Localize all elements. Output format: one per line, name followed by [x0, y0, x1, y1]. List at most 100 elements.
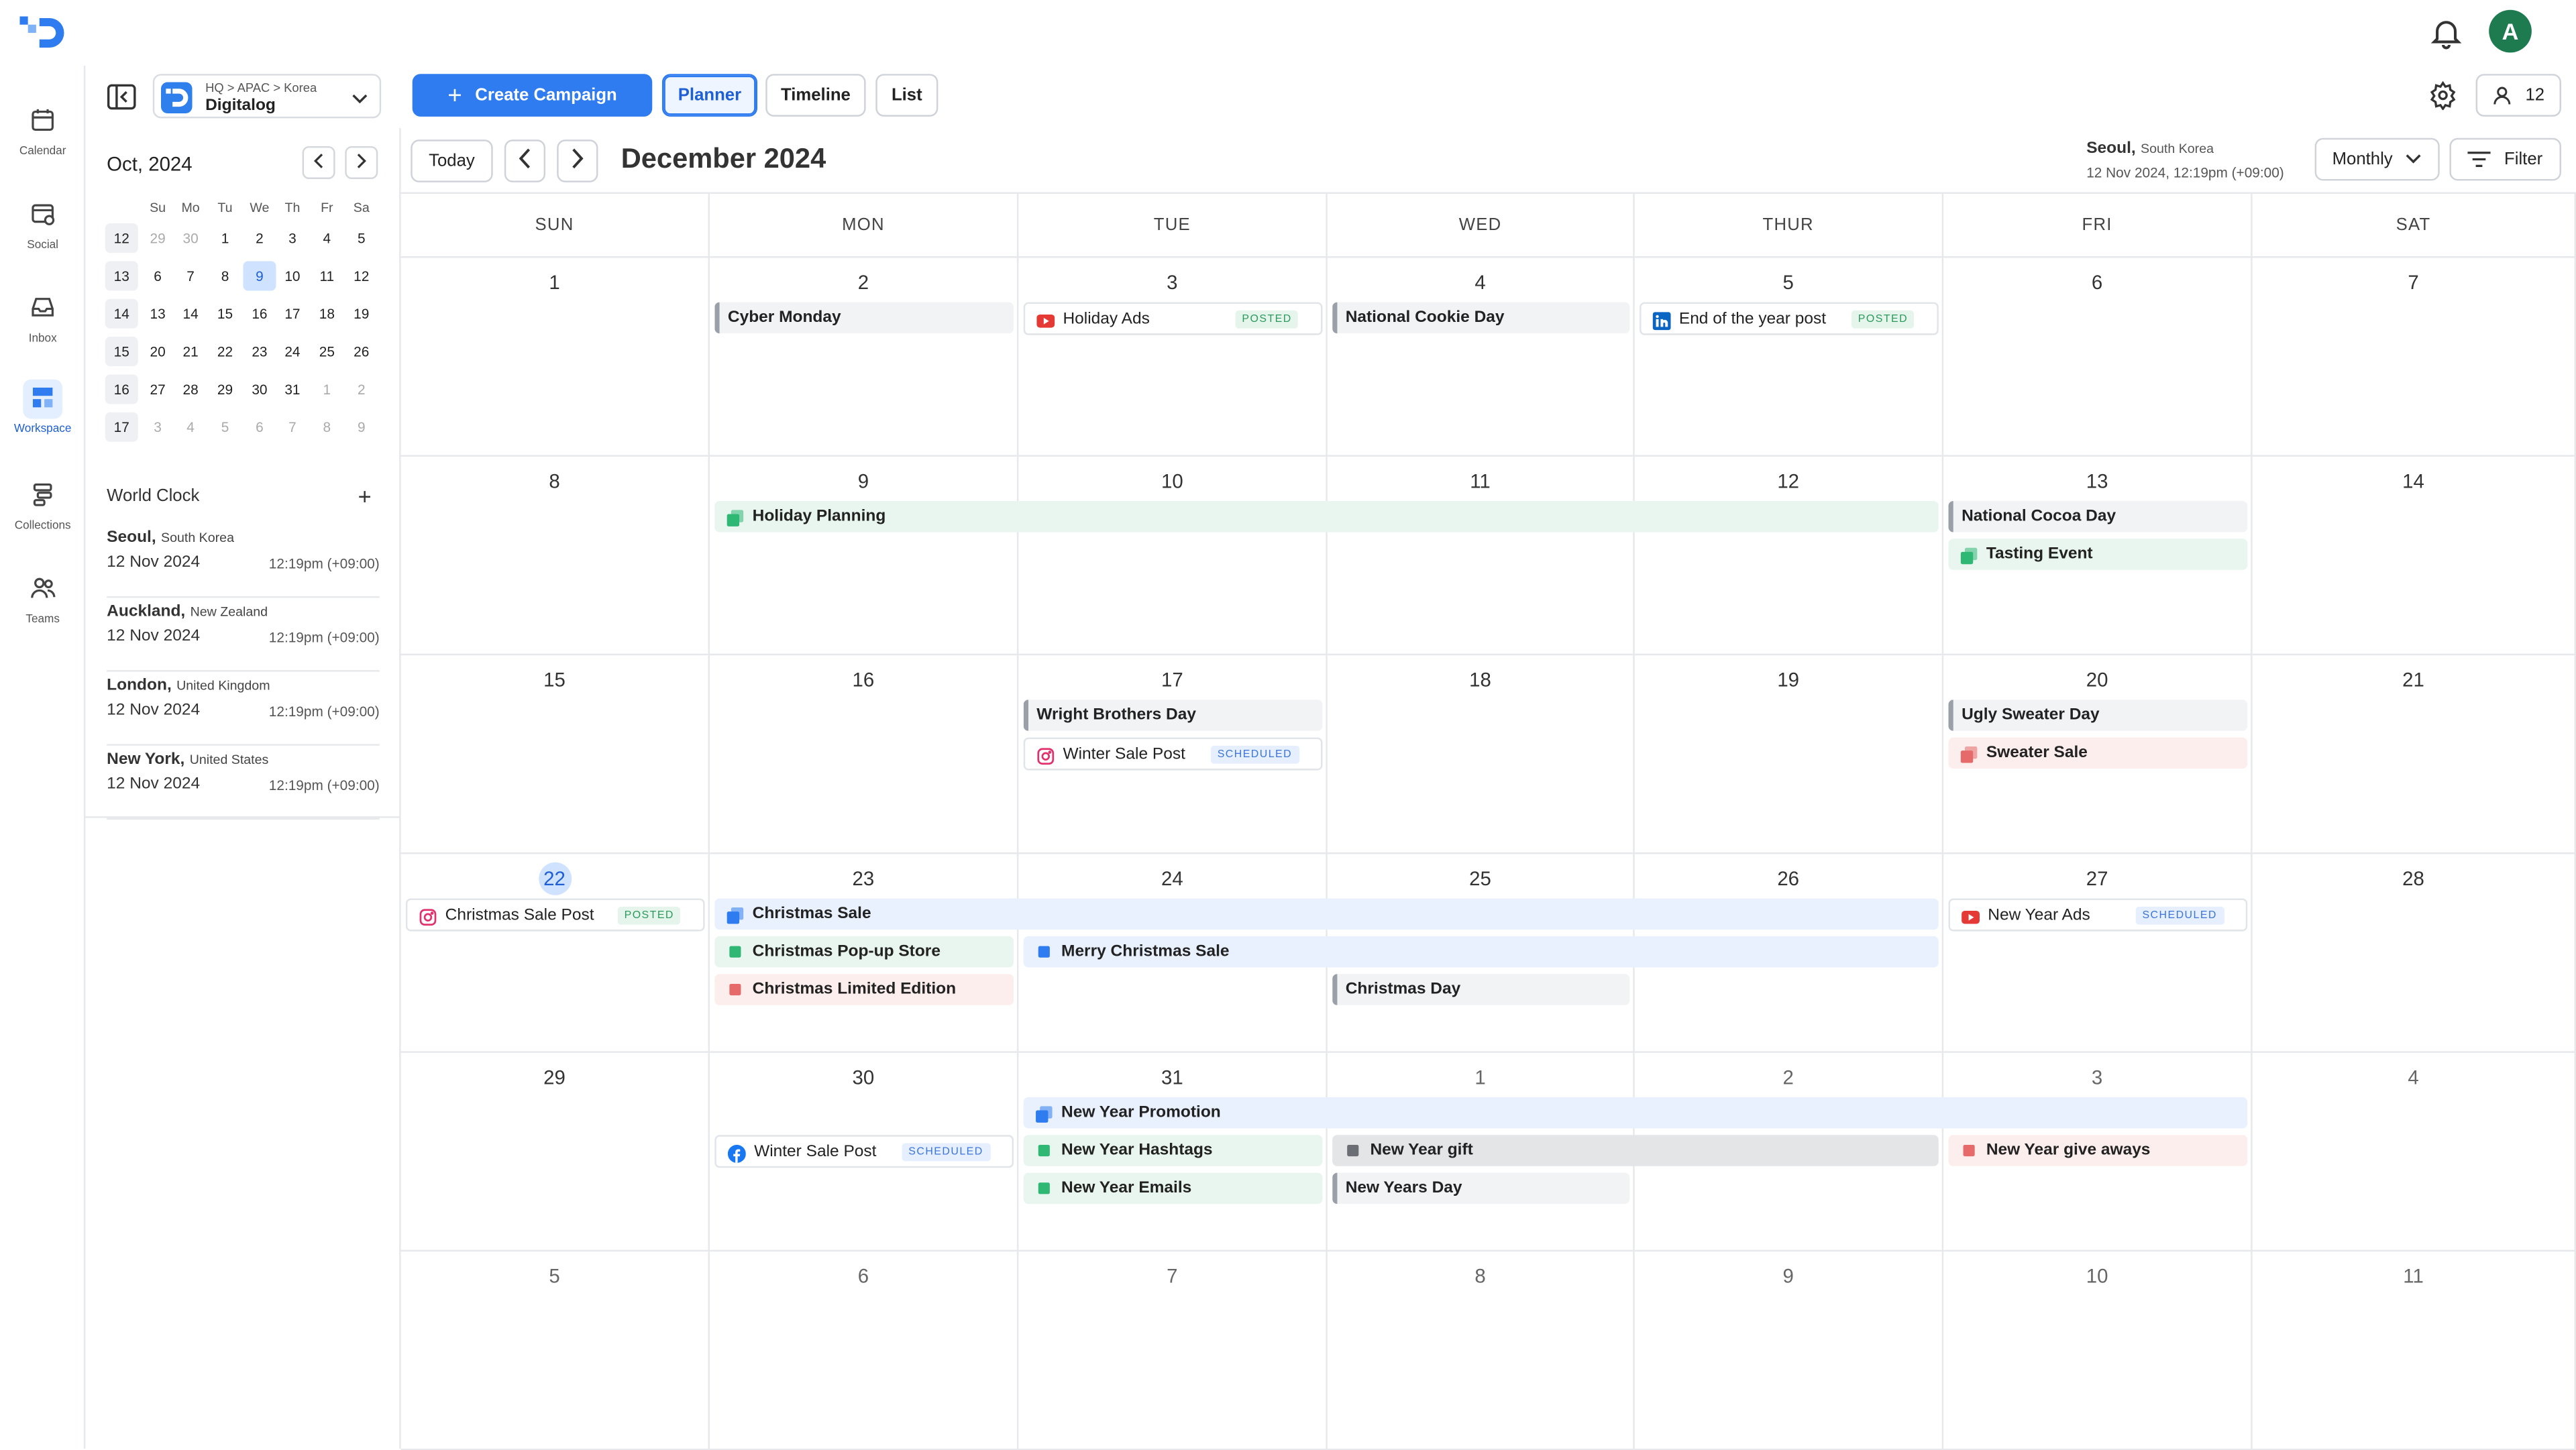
- prev-month-button[interactable]: [504, 140, 546, 182]
- day-cell[interactable]: 11: [2252, 1251, 2576, 1450]
- mini-day[interactable]: 31: [276, 374, 309, 404]
- today-button[interactable]: Today: [411, 140, 493, 182]
- mini-day[interactable]: 14: [174, 299, 207, 329]
- day-cell[interactable]: 5: [400, 1251, 710, 1450]
- mini-day[interactable]: 2: [243, 223, 276, 253]
- next-month-button[interactable]: [557, 140, 598, 182]
- rail-item-workspace[interactable]: Workspace: [0, 379, 85, 435]
- event-new-years-day[interactable]: New Years Day: [1332, 1172, 1630, 1205]
- event-national-cookie-day[interactable]: National Cookie Day: [1332, 302, 1630, 334]
- mini-day[interactable]: 30: [174, 223, 207, 253]
- event-new-year-promotion[interactable]: New Year Promotion: [1023, 1097, 2248, 1129]
- day-cell[interactable]: 11: [1327, 456, 1635, 656]
- event-holiday-planning[interactable]: Holiday Planning: [714, 500, 1939, 533]
- mini-day[interactable]: 7: [276, 412, 309, 442]
- organization-selector[interactable]: HQ > APAC > Korea Digitalog: [152, 74, 382, 119]
- mini-day[interactable]: 9: [345, 412, 378, 442]
- filter-button[interactable]: Filter: [2449, 137, 2561, 181]
- mini-day[interactable]: 11: [311, 261, 343, 290]
- event-cyber-monday[interactable]: Cyber Monday: [714, 302, 1014, 334]
- rail-item-inbox[interactable]: Inbox: [0, 289, 85, 345]
- mini-day[interactable]: 4: [174, 412, 207, 442]
- app-logo[interactable]: [19, 13, 72, 53]
- notification-bell-icon[interactable]: [2428, 15, 2465, 51]
- day-cell[interactable]: 18: [1327, 655, 1635, 854]
- mini-day[interactable]: 28: [174, 374, 207, 404]
- day-cell[interactable]: 8: [1327, 1251, 1635, 1450]
- mini-day[interactable]: 22: [209, 337, 241, 366]
- event-new-year-gift[interactable]: New Year gift: [1332, 1135, 1939, 1166]
- mini-day[interactable]: 9: [243, 261, 276, 291]
- user-avatar[interactable]: A: [2489, 9, 2532, 53]
- mini-day[interactable]: 7: [174, 261, 207, 290]
- tab-timeline[interactable]: Timeline: [765, 74, 866, 117]
- mini-day[interactable]: 6: [142, 261, 174, 290]
- event-winter-sale-post[interactable]: Winter Sale Post SCHEDULED: [714, 1135, 1014, 1168]
- world-clock-entry[interactable]: Auckland, New Zealand 12 Nov 2024 12:19pm (…: [107, 598, 380, 672]
- mini-day[interactable]: 4: [311, 223, 343, 253]
- mini-day[interactable]: 26: [345, 337, 378, 366]
- mini-day[interactable]: 27: [142, 374, 174, 404]
- mini-day[interactable]: 6: [243, 412, 276, 442]
- rail-item-collections[interactable]: Collections: [0, 476, 85, 532]
- mini-day[interactable]: 13: [142, 299, 174, 329]
- mini-day[interactable]: 29: [142, 223, 174, 253]
- mini-day[interactable]: 23: [243, 337, 276, 366]
- collapse-sidebar-button[interactable]: [103, 79, 140, 115]
- members-button[interactable]: 12: [2475, 74, 2561, 117]
- event-christmas-sale[interactable]: Christmas Sale: [714, 898, 1939, 930]
- mini-day[interactable]: 19: [345, 299, 378, 329]
- event-merry-christmas-sale[interactable]: Merry Christmas Sale: [1023, 936, 1939, 968]
- rail-item-calendar[interactable]: Calendar: [0, 102, 85, 158]
- world-clock-entry[interactable]: Seoul, South Korea 12 Nov 2024 12:19pm (+09…: [107, 524, 380, 598]
- day-cell[interactable]: 3: [1018, 258, 1328, 457]
- mini-next-button[interactable]: [345, 146, 378, 179]
- mini-day[interactable]: 18: [311, 299, 343, 329]
- event-new-year-hashtags[interactable]: New Year Hashtags: [1023, 1135, 1323, 1166]
- mini-week-number[interactable]: 13: [105, 261, 138, 291]
- day-cell[interactable]: 7: [2252, 258, 2576, 457]
- mini-day[interactable]: 16: [243, 299, 276, 329]
- mini-day[interactable]: 30: [243, 374, 276, 404]
- day-cell[interactable]: 9: [709, 456, 1019, 656]
- day-cell[interactable]: 6: [709, 1251, 1019, 1450]
- tab-list[interactable]: List: [875, 74, 938, 117]
- event-new-year-emails[interactable]: New Year Emails: [1023, 1172, 1323, 1205]
- day-cell[interactable]: 4: [1327, 258, 1635, 457]
- mini-week-number[interactable]: 15: [105, 337, 138, 367]
- settings-button[interactable]: [2425, 77, 2461, 113]
- mini-week-number[interactable]: 16: [105, 374, 138, 404]
- event-wright-brothers-day[interactable]: Wright Brothers Day: [1023, 700, 1323, 731]
- day-cell[interactable]: 14: [2252, 456, 2576, 656]
- event-christmas-limited-edition[interactable]: Christmas Limited Edition: [714, 974, 1014, 1005]
- day-cell[interactable]: 8: [400, 456, 710, 656]
- day-cell[interactable]: 2: [709, 258, 1019, 457]
- create-campaign-button[interactable]: + Create Campaign: [412, 74, 653, 117]
- mini-day[interactable]: 25: [311, 337, 343, 366]
- event-christmas-pop-up-store[interactable]: Christmas Pop-up Store: [714, 936, 1014, 968]
- day-cell[interactable]: 29: [400, 1052, 710, 1252]
- event-ugly-sweater-day[interactable]: Ugly Sweater Day: [1948, 700, 2248, 731]
- add-clock-button[interactable]: +: [352, 483, 378, 509]
- mini-day[interactable]: 24: [276, 337, 309, 366]
- mini-day[interactable]: 5: [209, 412, 241, 442]
- day-cell[interactable]: 10: [1018, 456, 1328, 656]
- event-new-year-ads[interactable]: New Year Ads SCHEDULED: [1948, 898, 2248, 932]
- mini-day[interactable]: 1: [311, 374, 343, 404]
- mini-day[interactable]: 21: [174, 337, 207, 366]
- day-cell[interactable]: 1: [400, 258, 710, 457]
- mini-day[interactable]: 2: [345, 374, 378, 404]
- day-cell[interactable]: 28: [2252, 854, 2576, 1053]
- day-cell[interactable]: 7: [1018, 1251, 1328, 1450]
- mini-day[interactable]: 3: [142, 412, 174, 442]
- mini-day[interactable]: 8: [311, 412, 343, 442]
- mini-day[interactable]: 29: [209, 374, 241, 404]
- day-cell[interactable]: 15: [400, 655, 710, 854]
- mini-week-number[interactable]: 12: [105, 223, 138, 254]
- event-holiday-ads[interactable]: Holiday Ads POSTED: [1023, 302, 1323, 335]
- rail-item-teams[interactable]: Teams: [0, 570, 85, 626]
- rail-item-social[interactable]: Social: [0, 195, 85, 252]
- mini-day[interactable]: 17: [276, 299, 309, 329]
- event-sweater-sale[interactable]: Sweater Sale: [1948, 737, 2248, 769]
- event-end-of-the-year-post[interactable]: End of the year post POSTED: [1640, 302, 1939, 335]
